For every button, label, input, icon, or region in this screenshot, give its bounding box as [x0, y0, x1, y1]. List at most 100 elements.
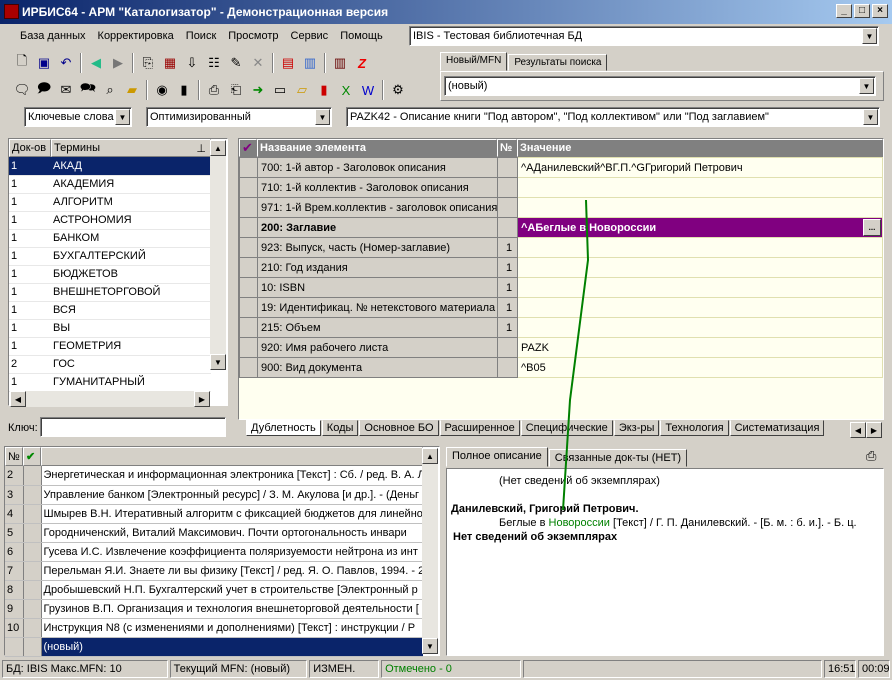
key-input[interactable] — [40, 417, 226, 437]
pages-icon[interactable]: ▭ — [270, 80, 290, 100]
scroll-down-icon[interactable]: ▼ — [422, 638, 438, 654]
message-icon[interactable]: 🗪 — [78, 80, 98, 100]
record-row[interactable]: (новый) — [5, 637, 423, 657]
print-icon[interactable]: ⎙ — [866, 448, 876, 464]
grid-icon[interactable]: ▦ — [160, 53, 180, 73]
scroll-left-icon[interactable]: ◀ — [10, 391, 26, 407]
field-row[interactable]: 700: 1-й автор - Заголовок описания ^AДан… — [239, 157, 883, 178]
eye-icon[interactable]: ◉ — [152, 80, 172, 100]
term-row[interactable]: 1 ВЫ — [9, 319, 211, 338]
field-value[interactable]: ^AБеглые в Новороссии... — [517, 217, 883, 238]
find-icon[interactable]: ⌕ — [100, 80, 120, 100]
field-value[interactable] — [517, 257, 883, 278]
worksheet-tab[interactable]: Специфические — [520, 420, 613, 436]
worksheet-select[interactable]: PAZK42 - Описание книги "Под автором", "… — [346, 107, 880, 127]
next-record-icon[interactable]: ▶ — [108, 53, 128, 73]
record-check[interactable] — [23, 466, 42, 486]
barcode-icon[interactable]: ▥ — [330, 53, 350, 73]
settings-icon[interactable]: ⚙ — [388, 80, 408, 100]
field-value[interactable]: ^B05 — [517, 357, 883, 378]
tab-search-results[interactable]: Результаты поиска — [508, 54, 608, 71]
terms-col-docs[interactable]: Док-ов — [9, 139, 51, 157]
field-value[interactable] — [517, 297, 883, 318]
field-value[interactable] — [517, 197, 883, 218]
comment-icon[interactable]: 🗩 — [34, 80, 54, 100]
word-icon[interactable]: W — [358, 80, 378, 100]
field-row[interactable]: 215: Объем 1 — [239, 317, 883, 338]
z3950-icon[interactable]: Z — [352, 53, 372, 73]
tab-linked-docs[interactable]: Связанные док-ты (НЕТ) — [548, 449, 688, 467]
chevron-down-icon[interactable]: ▼ — [862, 28, 877, 44]
worksheet-tab[interactable]: Основное БО — [359, 420, 439, 436]
scroll-up-icon[interactable]: ▲ — [210, 140, 226, 156]
close-button[interactable]: × — [872, 4, 888, 18]
import-icon[interactable]: ⇩ — [182, 53, 202, 73]
field-value[interactable] — [517, 277, 883, 298]
records-col-num[interactable]: № — [5, 447, 23, 466]
menu-search[interactable]: Поиск — [180, 30, 222, 42]
worksheet-tab[interactable]: Технология — [660, 420, 729, 436]
save-icon[interactable]: ▣ — [34, 53, 54, 73]
records-col-text[interactable] — [41, 447, 423, 466]
excel-icon[interactable]: X — [336, 80, 356, 100]
term-row[interactable]: 1 АЛГОРИТМ — [9, 193, 211, 212]
scroll-down-icon[interactable]: ▼ — [210, 354, 226, 370]
menu-view[interactable]: Просмотр — [222, 30, 284, 42]
database-select[interactable]: IBIS - Тестовая библиотечная БД ▼ — [409, 26, 879, 46]
chat-icon[interactable]: 🗨 — [12, 80, 32, 100]
record-row[interactable]: 2 Энергетическая и информационная электро… — [5, 466, 423, 486]
chevron-down-icon[interactable]: ▼ — [859, 78, 874, 94]
mail-icon[interactable]: ✉ — [56, 80, 76, 100]
folder-open-icon[interactable]: ▱ — [292, 80, 312, 100]
field-row[interactable]: 971: 1-й Врем.коллектив - заголовок опис… — [239, 197, 883, 218]
record-row[interactable]: 3 Управление банком [Электронный ресурс] … — [5, 485, 423, 505]
fields-col-name[interactable]: Название элемента — [257, 139, 497, 157]
worksheet-tab[interactable]: Экз-ры — [613, 420, 660, 436]
field-ellipsis-button[interactable]: ... — [863, 219, 881, 236]
term-row[interactable]: 1 ВСЯ — [9, 301, 211, 320]
print-preview-icon[interactable]: ⎗ — [226, 80, 246, 100]
undo-icon[interactable]: ↶ — [56, 53, 76, 73]
record-row[interactable]: 4 Шмырев В.Н. Итеративный алгоритм с фикс… — [5, 504, 423, 524]
edit-icon[interactable]: ✎ — [226, 53, 246, 73]
menu-database[interactable]: База данных — [14, 30, 92, 42]
record-row[interactable]: 10 Инструкция N8 (с изменениями и дополне… — [5, 618, 423, 638]
term-row[interactable]: 1 ГУМАНИТАРНЫЙ — [9, 373, 211, 392]
field-row[interactable]: 10: ISBN 1 — [239, 277, 883, 298]
terms-scrollbar[interactable]: ▲ ▼ — [210, 140, 226, 370]
field-value[interactable]: PAZK — [517, 337, 883, 358]
worksheet-tab[interactable]: Коды — [321, 420, 359, 436]
term-row[interactable]: 2 ГОС — [9, 355, 211, 374]
worksheet-tab[interactable]: Расширенное — [439, 420, 520, 436]
menu-help[interactable]: Помощь — [334, 30, 389, 42]
copy-record-icon[interactable]: ⎘ — [138, 53, 158, 73]
record-row[interactable]: 8 Дробышевский Н.П. Бухгалтерский учет в … — [5, 580, 423, 600]
scroll-up-icon[interactable]: ▲ — [422, 448, 438, 464]
print-icon[interactable]: ⎙ — [204, 80, 224, 100]
chevron-down-icon[interactable]: ▼ — [315, 109, 330, 125]
record-row[interactable]: 9 Грузинов В.П. Организация и технология … — [5, 599, 423, 619]
search-type-select[interactable]: Оптимизированный ▼ — [146, 107, 332, 127]
record-check[interactable] — [23, 637, 42, 657]
term-row[interactable]: 1 АКАДЕМИЯ — [9, 175, 211, 194]
tab-scroll-left-icon[interactable]: ◀ — [850, 422, 866, 438]
tab-new-mfn[interactable]: Новый/MFN — [440, 52, 508, 71]
record-row[interactable]: 6 Гусева И.С. Извлечение коэффициента пол… — [5, 542, 423, 562]
term-row[interactable]: 1 БЮДЖЕТОВ — [9, 265, 211, 284]
record-select[interactable]: (новый) ▼ — [444, 76, 876, 96]
field-value[interactable] — [517, 317, 883, 338]
term-row[interactable]: 1 АСТРОНОМИЯ — [9, 211, 211, 230]
term-row[interactable]: 1 ВНЕШНЕТОРГОВОЙ — [9, 283, 211, 302]
field-value[interactable]: ^AДанилевский^BГ.П.^GГригорий Петрович — [517, 157, 883, 178]
book-icon[interactable]: ▮ — [174, 80, 194, 100]
tab-full-description[interactable]: Полное описание — [446, 447, 548, 467]
fields-col-num[interactable]: № — [497, 139, 517, 157]
terms-hscrollbar[interactable]: ◀ ▶ — [10, 391, 210, 407]
worksheet-tab[interactable]: Дублетность — [246, 420, 321, 436]
export-icon[interactable]: ➜ — [248, 80, 268, 100]
doc-red-icon[interactable]: ▤ — [278, 53, 298, 73]
record-check[interactable] — [23, 485, 42, 505]
term-row[interactable]: 1 БАНКОМ — [9, 229, 211, 248]
field-row[interactable]: 900: Вид документа ^B05 — [239, 357, 883, 378]
chart-icon[interactable]: ▮ — [314, 80, 334, 100]
